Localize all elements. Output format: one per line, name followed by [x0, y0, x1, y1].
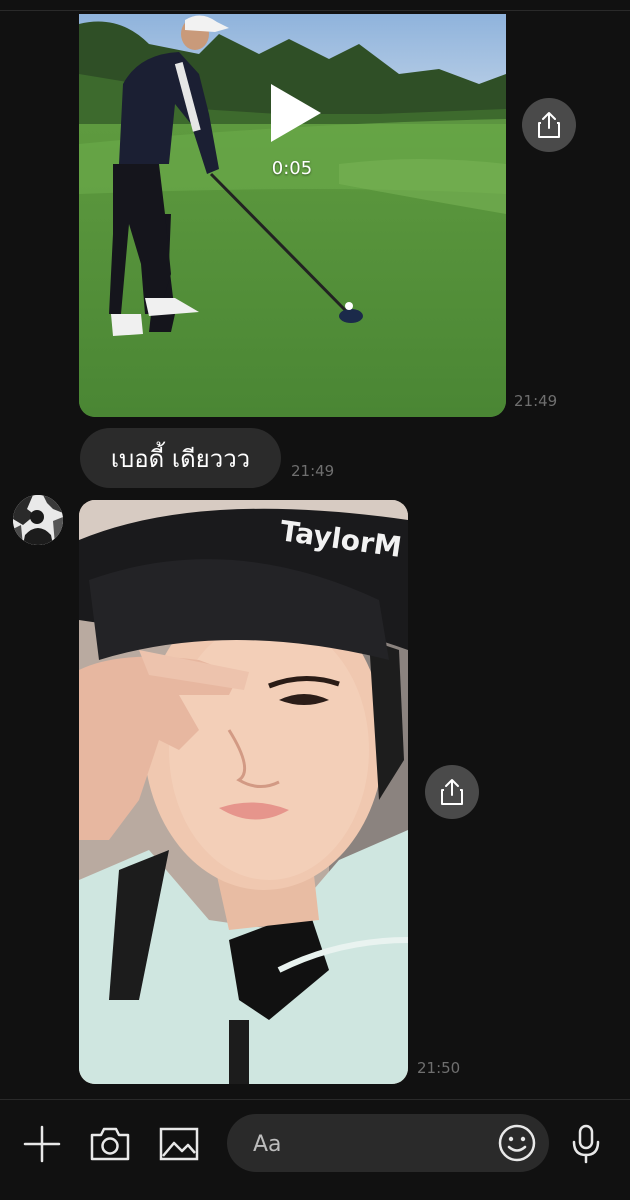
- share-icon: [441, 779, 463, 805]
- message-time: 21:50: [417, 1059, 461, 1077]
- text-message-bubble[interactable]: เบอดี้ เดียววว: [80, 428, 281, 488]
- photo-image: TaylorM: [79, 500, 408, 1084]
- share-button-video[interactable]: [522, 98, 576, 152]
- image-icon[interactable]: [157, 1122, 201, 1166]
- message-time: 21:49: [291, 462, 335, 480]
- top-divider: [0, 10, 630, 11]
- chat-screen: 0:05 21:49 เบอดี้ เดียววว 21:49 TaylorM …: [0, 0, 630, 1200]
- message-time: 21:49: [514, 392, 558, 410]
- video-duration: 0:05: [271, 158, 313, 179]
- message-input[interactable]: [251, 1114, 495, 1174]
- plus-icon[interactable]: [20, 1122, 64, 1166]
- microphone-icon[interactable]: [564, 1122, 608, 1166]
- photo-message[interactable]: TaylorM: [79, 500, 408, 1084]
- emoji-icon[interactable]: [497, 1123, 537, 1163]
- video-thumbnail: [79, 14, 506, 417]
- share-button-photo[interactable]: [425, 765, 479, 819]
- play-icon[interactable]: [265, 80, 325, 146]
- video-message[interactable]: 0:05: [79, 14, 506, 417]
- avatar[interactable]: [13, 495, 63, 545]
- camera-icon[interactable]: [88, 1122, 132, 1166]
- message-input-container: [227, 1114, 549, 1174]
- avatar-image: [13, 495, 63, 545]
- share-icon: [538, 112, 560, 138]
- input-bar-divider: [0, 1099, 630, 1100]
